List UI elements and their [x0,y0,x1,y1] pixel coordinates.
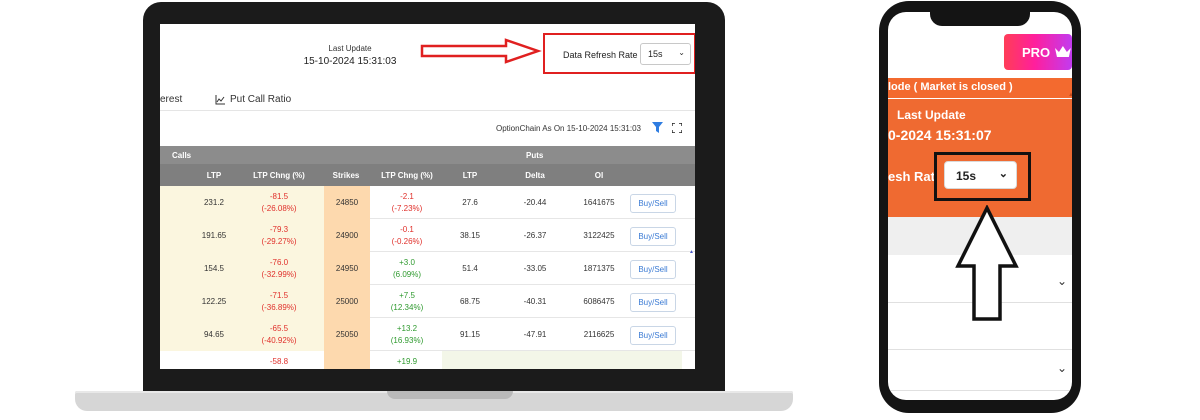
call-ltp-change: -58.8 [269,357,289,366]
call-ltp: 154.5 [203,263,225,273]
strike-price [324,351,370,369]
put-oi: 1641675 [583,197,615,207]
call-ltp: 122.25 [201,296,227,306]
pro-badge[interactable]: PRO [1004,34,1072,70]
put-delta: -20.44 [523,197,547,207]
put-ltp-change: +7.5 (12.34%) [390,290,424,312]
buy-sell-button[interactable]: Buy/Sell [630,260,676,279]
buy-sell-button[interactable]: Buy/Sell [630,194,676,213]
table-row: 122.25 -71.5 (-36.89%) 25000 +7.5 (12.34%)… [160,285,695,318]
pro-label: PRO [1022,44,1051,60]
refresh-rate-select[interactable]: 15s ⌄ [640,43,691,65]
laptop-screen: Last Update 15-10-2024 15:31:03 Data Ref… [160,24,695,369]
crown-icon [1055,46,1072,57]
refresh-rate-value: 15s [956,169,977,183]
chevron-down-icon[interactable]: ⌄ [1057,361,1067,375]
put-ltp: 51.4 [462,263,478,273]
strike-price: 24900 [324,219,370,252]
table-row: 191.65 -79.3 (-29.27%) 24900 -0.1 (-0.26%)… [160,219,695,252]
buy-sell-button[interactable]: Buy/Sell [630,326,676,345]
chevron-down-icon: ⌄ [678,48,685,57]
calls-header: Calls [172,151,192,160]
divider [888,390,1072,391]
call-ltp-change: -79.3 (-29.27%) [261,224,297,246]
table-row: -58.8 +19.9 [160,351,695,369]
refresh-rate-label: esh Rat [888,169,935,184]
last-update: Last Update 15-10-2024 15:31:03 [300,44,400,67]
scroll-up-arrow-icon[interactable]: ▲ [689,249,694,255]
refresh-rate-select[interactable]: 15s ⌄ [944,161,1017,189]
put-delta: -26.37 [523,230,547,240]
col-call-ltp-chng: LTP Chng (%) [253,171,305,180]
optionchain-timestamp: OptionChain As On 15-10-2024 15:31:03 [496,124,641,133]
red-arrow-annotation [420,38,542,64]
buy-sell-button[interactable]: Buy/Sell [630,293,676,312]
market-mode-banner: lode ( Market is closed ) [888,78,1072,98]
put-oi: 3122425 [583,230,615,240]
table-column-header: LTP LTP Chng (%) Strikes LTP Chng (%) LT… [160,164,695,186]
line-chart-icon [215,94,225,104]
call-ltp-change: -81.5 (-26.08%) [261,191,297,213]
option-chain-table: Calls Puts LTP LTP Chng (%) Strikes LTP … [160,146,695,369]
put-oi: 6086475 [583,296,615,306]
last-update-label: Last Update [328,44,372,53]
call-ltp: 191.65 [201,230,227,240]
put-ltp-change: +3.0 (6.09%) [392,257,421,279]
table-row: 231.2 -81.5 (-26.08%) 24850 -2.1 (-7.23%) … [160,186,695,219]
col-put-ltp-chng: LTP Chng (%) [381,171,433,180]
call-ltp-change: -71.5 (-36.89%) [261,290,297,312]
filter-icon[interactable] [652,122,663,133]
put-ltp: 38.15 [459,230,481,240]
strike-price: 24950 [324,252,370,285]
refresh-rate-value: 15s [648,49,663,59]
laptop-base-notch [387,391,513,399]
put-ltp: 91.15 [459,329,481,339]
last-update-label: Last Update [897,108,966,122]
put-delta: -47.91 [523,329,547,339]
table-row: 94.65 -65.5 (-40.92%) 25050 +13.2 (16.93%)… [160,318,695,351]
put-ltp: 27.6 [462,197,478,207]
col-delta: Delta [525,171,545,180]
market-mode-text: lode ( Market is closed ) [888,81,1013,93]
refresh-rate-label: Data Refresh Rate [563,50,638,60]
chevron-down-icon[interactable]: ⌄ [1057,274,1067,288]
put-delta: -40.31 [523,296,547,306]
put-ltp-change: -2.1 (-7.23%) [391,191,423,213]
col-call-ltp: LTP [206,171,222,180]
divider [160,110,695,111]
tab-put-call-ratio[interactable]: Put Call Ratio [215,94,291,105]
last-update-value: 15-10-2024 15:31:03 [303,56,397,67]
put-ltp-change: +19.9 [396,357,418,366]
put-oi: 2116625 [583,329,615,339]
chevron-down-icon: ⌄ [998,168,1008,180]
puts-header: Puts [526,151,544,160]
strike-price: 25050 [324,318,370,351]
scroll-up-arrow-icon[interactable]: ▲ [1068,92,1072,98]
put-ltp-change: -0.1 (-0.26%) [391,224,423,246]
table-row: 154.5 -76.0 (-32.99%) 24950 +3.0 (6.09%) 5… [160,252,695,285]
table-body: 231.2 -81.5 (-26.08%) 24850 -2.1 (-7.23%) … [160,186,695,369]
buy-sell-button[interactable]: Buy/Sell [630,227,676,246]
strike-price: 24850 [324,186,370,219]
tab-put-call-ratio-label: Put Call Ratio [230,94,292,105]
phone-notch [930,6,1030,26]
last-update-value: 0-2024 15:31:07 [888,127,992,143]
fullscreen-icon[interactable] [672,123,682,133]
table-group-header: Calls Puts [160,146,695,164]
divider [888,349,1072,350]
strike-price: 25000 [324,285,370,318]
put-ltp: 68.75 [459,296,481,306]
call-ltp: 94.65 [203,329,225,339]
put-delta: -33.05 [523,263,547,273]
call-ltp: 231.2 [203,197,225,207]
call-ltp-change: -76.0 (-32.99%) [261,257,297,279]
up-arrow-annotation [955,205,1019,321]
put-oi: 1871375 [583,263,615,273]
col-put-ltp: LTP [462,171,478,180]
col-strikes: Strikes [332,171,360,180]
put-ltp-change: +13.2 (16.93%) [390,323,424,345]
call-ltp-change: -65.5 (-40.92%) [261,323,297,345]
col-oi: OI [594,171,604,180]
tab-open-interest[interactable]: erest [160,94,182,105]
